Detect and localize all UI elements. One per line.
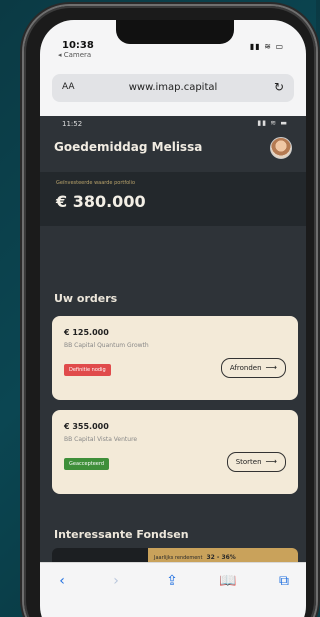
portfolio-summary: Geïnvesteerde waarde portfolio € 380.000: [40, 172, 306, 226]
funds-section-title: Interessante Fondsen: [54, 528, 189, 541]
share-icon[interactable]: ⇪: [162, 571, 182, 591]
bookmarks-icon[interactable]: 📖: [218, 571, 238, 591]
web-app-content: 11:52 ▮▮ ≋ ▬ Goedemiddag Melissa Geïnves…: [40, 116, 306, 568]
tabs-icon[interactable]: ⧉: [274, 571, 294, 591]
app-status-bar: 11:52 ▮▮ ≋ ▬: [40, 116, 306, 132]
forward-icon[interactable]: ›: [106, 571, 126, 591]
device-time: 10:38: [62, 40, 94, 51]
deposit-button[interactable]: Storten ⟶: [226, 452, 286, 472]
complete-order-label: Afronden: [229, 364, 262, 372]
status-badge: Geaccepteerd: [64, 458, 110, 470]
order-fund-name: BB Capital Vista Venture: [64, 436, 138, 443]
order-amount: € 355.000: [64, 422, 109, 431]
greeting-title: Goedemiddag Melissa: [54, 140, 203, 154]
reload-icon[interactable]: ↻: [274, 80, 284, 94]
back-icon[interactable]: ‹: [52, 571, 72, 591]
portfolio-value: € 380.000: [56, 192, 146, 211]
orders-section-title: Uw orders: [54, 292, 118, 305]
order-card[interactable]: € 125.000 BB Capital Quantum Growth Defi…: [52, 316, 298, 400]
back-to-app-link[interactable]: ◂ Camera: [58, 51, 91, 59]
order-fund-name: BB Capital Quantum Growth: [64, 342, 149, 349]
phone-frame: 10:38 ◂ Camera ▮▮ ≋ ▭ AA www.imap.capita…: [24, 6, 316, 617]
app-status-time: 11:52: [62, 120, 83, 128]
annual-return-value: 32 - 36%: [206, 554, 236, 561]
annual-return-label: Jaarlijks rendement: [154, 555, 203, 561]
arrow-right-icon: ⟶: [265, 457, 277, 466]
status-badge: Definitie nodig: [64, 364, 111, 376]
app-status-icons: ▮▮ ≋ ▬: [257, 119, 288, 127]
deposit-label: Storten: [235, 458, 262, 466]
address-bar[interactable]: AA www.imap.capital ↻: [52, 74, 294, 102]
complete-order-button[interactable]: Afronden ⟶: [220, 358, 286, 378]
signal-wifi-battery-icons: ▮▮ ≋ ▭: [249, 42, 284, 51]
address-url[interactable]: www.imap.capital: [52, 82, 294, 93]
phone-screen: 10:38 ◂ Camera ▮▮ ≋ ▭ AA www.imap.capita…: [40, 20, 306, 617]
phone-notch: [116, 20, 234, 44]
order-amount: € 125.000: [64, 328, 109, 337]
safari-toolbar: ‹ › ⇪ 📖 ⧉: [40, 562, 306, 617]
arrow-right-icon: ⟶: [265, 363, 277, 372]
order-card[interactable]: € 355.000 BB Capital Vista Venture Geacc…: [52, 410, 298, 494]
portfolio-label: Geïnvesteerde waarde portfolio: [56, 180, 135, 186]
avatar[interactable]: [270, 137, 292, 159]
